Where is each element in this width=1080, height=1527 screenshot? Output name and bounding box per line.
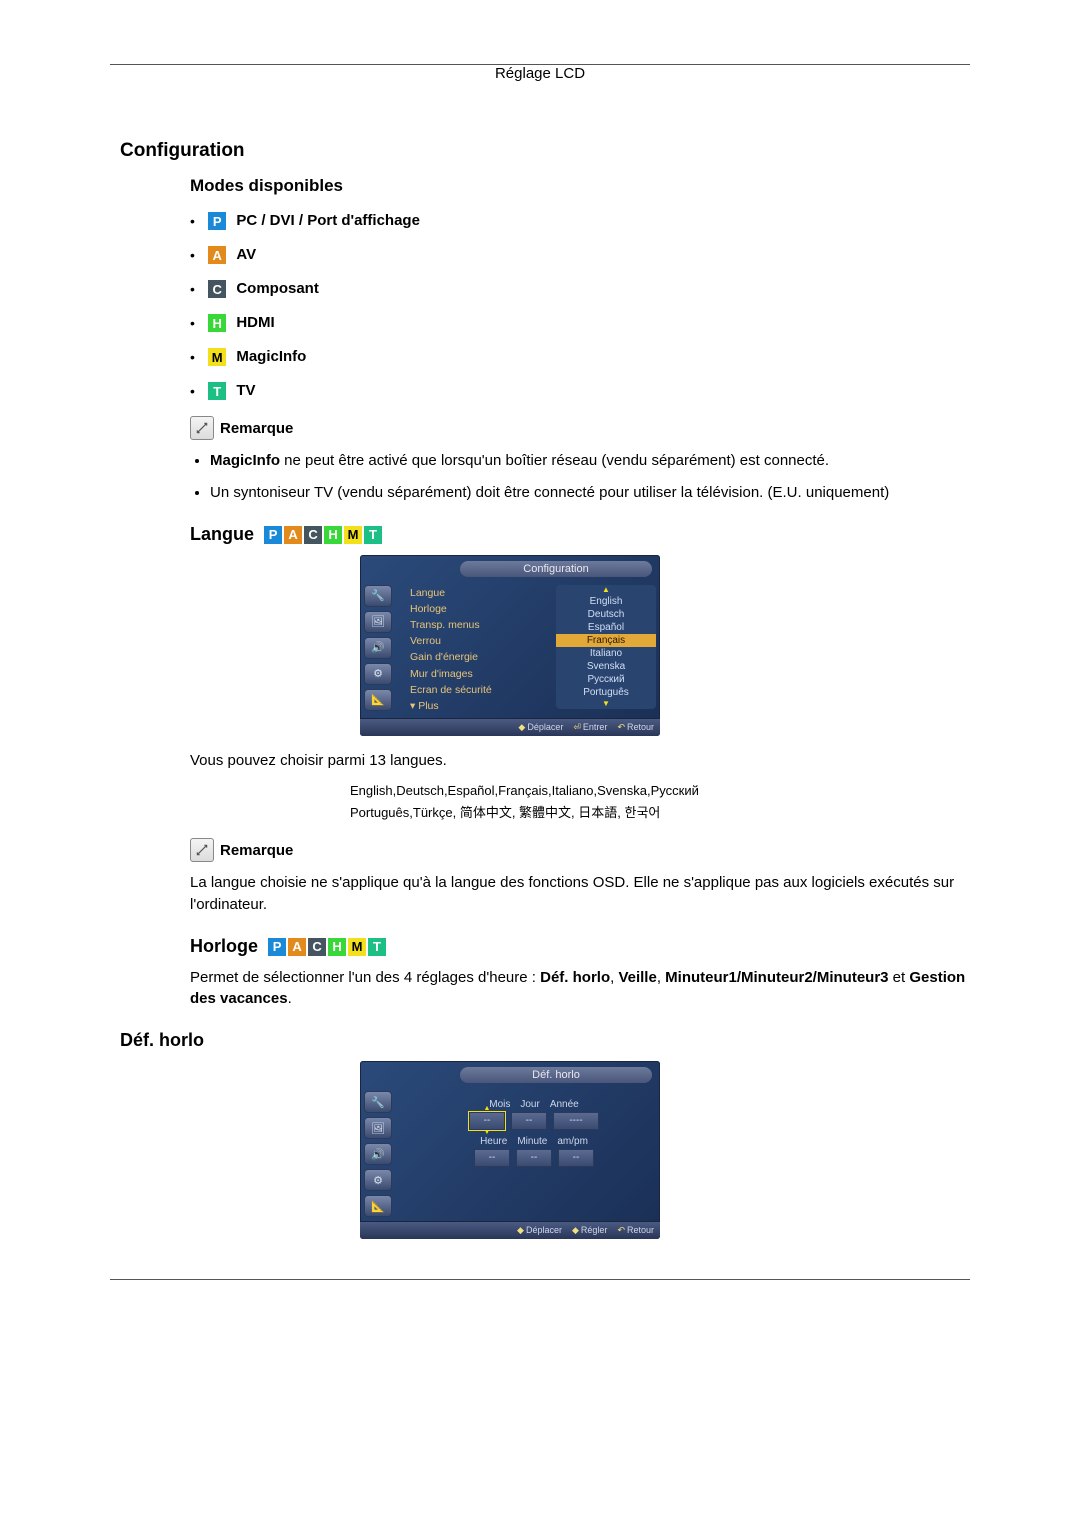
osd-field-label: am/pm <box>557 1136 588 1147</box>
page-header: Réglage LCD <box>487 65 593 82</box>
mode-label: TV <box>236 382 255 399</box>
osd-field-minute: -- <box>516 1149 552 1167</box>
osd-field-label: Heure <box>480 1136 507 1147</box>
mode-label: Composant <box>236 280 319 297</box>
langue-caption: Vous pouvez choisir parmi 13 langues. <box>190 750 970 772</box>
badge-p-icon: P <box>208 212 226 230</box>
heading-horloge: Horloge P A C H M T <box>190 936 970 957</box>
osd-title: Déf. horlo <box>460 1067 652 1083</box>
languages-line1: English,Deutsch,Español,Français,Italian… <box>350 782 970 800</box>
osd-language-list: ▲ English Deutsch Español Français Itali… <box>556 585 656 709</box>
osd-tab-icon: ⚙ <box>364 663 392 685</box>
badge-p-icon: P <box>268 938 286 956</box>
osd-tab-icon: 🔊 <box>364 1143 392 1165</box>
osd-tab-icon: 🖼 <box>364 611 392 633</box>
osd-tab-icon: 🔧 <box>364 1091 392 1113</box>
osd-field-year: ---- <box>553 1112 599 1130</box>
badge-t-icon: T <box>208 382 226 400</box>
badge-h-icon: H <box>324 526 342 544</box>
osd-langue-screenshot: Configuration 🔧 🖼 🔊 ⚙ 📐 Langue Horloge T… <box>360 555 660 736</box>
note-icon <box>190 416 214 440</box>
languages-line2: Português,Türkçe, 简体中文, 繁體中文, 日本語, 한국어 <box>350 804 970 822</box>
heading-configuration: Configuration <box>120 140 970 162</box>
badge-a-icon: A <box>208 246 226 264</box>
mode-label: PC / DVI / Port d'affichage <box>236 212 420 229</box>
badge-m-icon: M <box>344 526 362 544</box>
mode-item-magicinfo: M MagicInfo <box>190 348 970 366</box>
badge-m-icon: M <box>348 938 366 956</box>
mode-label: MagicInfo <box>236 348 306 365</box>
notes-list: MagicInfo MagicInfo ne peut être activé … <box>190 450 970 504</box>
mode-item-av: A AV <box>190 246 970 264</box>
osd-field-ampm: -- <box>558 1149 594 1167</box>
note-icon <box>190 838 214 862</box>
note-item: MagicInfo MagicInfo ne peut être activé … <box>210 450 970 472</box>
osd-tab-icon: 📐 <box>364 689 392 711</box>
bullet-icon <box>190 247 202 264</box>
bullet-icon <box>190 383 202 400</box>
langue-note: La langue choisie ne s'applique qu'à la … <box>190 872 970 916</box>
bullet-icon <box>190 349 202 366</box>
modes-list: P PC / DVI / Port d'affichage A AV C Com… <box>190 212 970 400</box>
badge-c-icon: C <box>308 938 326 956</box>
osd-horloge-screenshot: Déf. horlo 🔧 🖼 🔊 ⚙ 📐 Mois Jour Année <box>360 1061 660 1239</box>
badge-c-icon: C <box>208 280 226 298</box>
osd-field-day: -- <box>511 1112 547 1130</box>
note-label: Remarque <box>220 420 293 437</box>
osd-field-month: ▲--▼ <box>469 1112 505 1130</box>
badge-c-icon: C <box>304 526 322 544</box>
osd-tab-icon: 🔧 <box>364 585 392 607</box>
osd-tab-icon: 🔊 <box>364 637 392 659</box>
heading-langue: Langue P A C H M T <box>190 524 970 545</box>
heading-def-horlo: Déf. horlo <box>120 1030 970 1051</box>
bullet-icon <box>190 315 202 332</box>
mode-label: HDMI <box>236 314 274 331</box>
osd-tab-icon: 🖼 <box>364 1117 392 1139</box>
osd-field-label: Minute <box>517 1136 547 1147</box>
badge-m-icon: M <box>208 348 226 366</box>
badge-h-icon: H <box>208 314 226 332</box>
badge-h-icon: H <box>328 938 346 956</box>
osd-field-hour: -- <box>474 1149 510 1167</box>
badge-t-icon: T <box>364 526 382 544</box>
osd-field-label: Année <box>550 1099 579 1110</box>
mode-item-hdmi: H HDMI <box>190 314 970 332</box>
note-label: Remarque <box>220 842 293 859</box>
bullet-icon <box>190 213 202 230</box>
mode-item-tv: T TV <box>190 382 970 400</box>
osd-title: Configuration <box>460 561 652 577</box>
mode-item-composant: C Composant <box>190 280 970 298</box>
heading-modes: Modes disponibles <box>190 176 970 196</box>
osd-menu-list: Langue Horloge Transp. menus Verrou Gain… <box>408 581 552 718</box>
horloge-intro: Permet de sélectionner l'un des 4 réglag… <box>190 967 970 1011</box>
osd-field-label: Jour <box>520 1099 539 1110</box>
osd-tab-icon: 📐 <box>364 1195 392 1217</box>
osd-tab-icon: ⚙ <box>364 1169 392 1191</box>
mode-label: AV <box>236 246 256 263</box>
badge-a-icon: A <box>284 526 302 544</box>
note-item: Un syntoniseur TV (vendu séparément) doi… <box>210 482 970 504</box>
mode-item-pc: P PC / DVI / Port d'affichage <box>190 212 970 230</box>
badge-t-icon: T <box>368 938 386 956</box>
badge-p-icon: P <box>264 526 282 544</box>
badge-a-icon: A <box>288 938 306 956</box>
bullet-icon <box>190 281 202 298</box>
